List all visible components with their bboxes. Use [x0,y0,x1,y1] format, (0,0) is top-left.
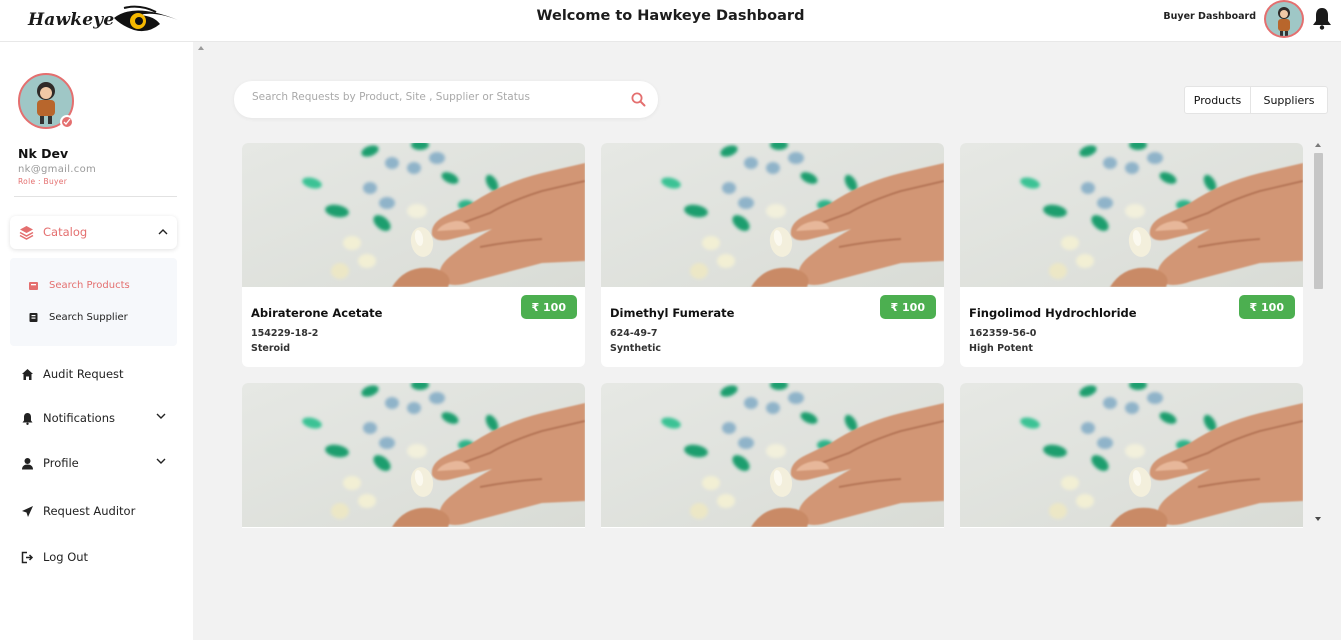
box-icon [29,281,38,290]
product-card[interactable]: Abiraterone Acetate 154229-18-2 Steroid ₹ 1… [242,143,585,367]
bell-icon[interactable] [1311,6,1333,30]
user-role: Role : Buyer [18,177,68,186]
search-icon[interactable] [631,92,646,107]
sidebar-item-catalog[interactable]: Catalog [10,216,177,249]
user-email: nk@gmail.com [18,164,97,175]
sidebar-item-label: Audit Request [43,367,124,381]
products-toggle-button[interactable]: Products [1185,87,1251,113]
sidebar-item-profile[interactable]: Profile [20,454,170,472]
product-category: High Potent [969,343,1033,354]
price-badge: ₹ 100 [1238,295,1295,319]
price-badge: ₹ 100 [879,295,936,319]
catalog-submenu: Search Products Search Supplier [10,258,177,346]
dashboard-role-label: Buyer Dashboard [1163,11,1256,22]
product-cas-number: 154229-18-2 [251,328,319,339]
user-icon [21,457,33,469]
product-name: Abiraterone Acetate [251,306,383,320]
sidebar-item-label: Profile [43,456,79,470]
scroll-down-arrow[interactable] [1315,517,1321,521]
chevron-down-icon [156,413,166,419]
sidebar-item-label: Catalog [43,225,88,239]
scroll-up-arrow[interactable] [1315,143,1321,147]
verified-badge-icon [60,115,74,129]
sidebar-item-search-products[interactable]: Search Products [28,277,130,293]
sidebar: Nk Dev nk@gmail.com Role : Buyer Catalog… [0,42,193,640]
product-cas-number: 162359-56-0 [969,328,1037,339]
header-avatar[interactable] [1264,0,1304,38]
sidebar-item-label: Log Out [43,550,89,564]
layers-icon [19,226,34,240]
product-category: Synthetic [610,343,661,354]
top-bar: Hawkeye Welcome to Hawkeye Dashboard Buy… [0,0,1341,42]
product-category: Steroid [251,343,291,354]
sidebar-item-label: Request Auditor [43,504,136,518]
home-icon [21,368,33,380]
sidebar-item-label: Search Products [49,279,130,291]
sidebar-item-log-out[interactable]: Log Out [20,548,170,566]
chevron-down-icon [156,458,166,464]
grid-scrollbar[interactable] [1312,143,1324,529]
product-card[interactable] [960,383,1303,528]
chevron-up-icon [158,229,168,235]
product-card[interactable] [601,383,944,528]
send-icon [21,505,33,517]
bell-icon [22,412,32,425]
product-image [960,383,1303,527]
price-badge: ₹ 100 [520,295,577,319]
divider [14,196,177,197]
book-icon [29,312,38,322]
product-cas-number: 624-49-7 [610,328,658,339]
page-scroll-up-arrow[interactable] [198,46,204,50]
product-image [601,143,944,287]
user-name: Nk Dev [18,146,69,161]
search-input[interactable] [252,91,622,103]
sidebar-item-label: Search Supplier [49,311,128,323]
product-image [601,383,944,527]
page-title: Welcome to Hawkeye Dashboard [536,8,805,24]
scroll-thumb[interactable] [1314,153,1323,289]
sidebar-item-notifications[interactable]: Notifications [20,409,170,427]
product-image [242,383,585,527]
product-card[interactable]: Fingolimod Hydrochloride 162359-56-0 High … [960,143,1303,367]
product-card[interactable] [242,383,585,528]
suppliers-toggle-button[interactable]: Suppliers [1251,87,1327,113]
product-card[interactable]: Dimethyl Fumerate 624-49-7 Synthetic ₹ 100 [601,143,944,367]
product-image [242,143,585,287]
avatar-figure-icon [1278,7,1290,36]
product-name: Dimethyl Fumerate [610,306,735,320]
sidebar-item-label: Notifications [43,411,115,425]
product-grid: Abiraterone Acetate 154229-18-2 Steroid ₹ 1… [233,136,1308,528]
logout-icon [21,551,33,563]
sidebar-item-request-auditor[interactable]: Request Auditor [20,502,170,520]
sidebar-item-search-supplier[interactable]: Search Supplier [28,309,128,325]
view-toggle: Products Suppliers [1184,86,1328,114]
search-bar [234,81,658,118]
sidebar-item-audit-request[interactable]: Audit Request [20,365,170,383]
product-image [960,143,1303,287]
product-name: Fingolimod Hydrochloride [969,306,1137,320]
